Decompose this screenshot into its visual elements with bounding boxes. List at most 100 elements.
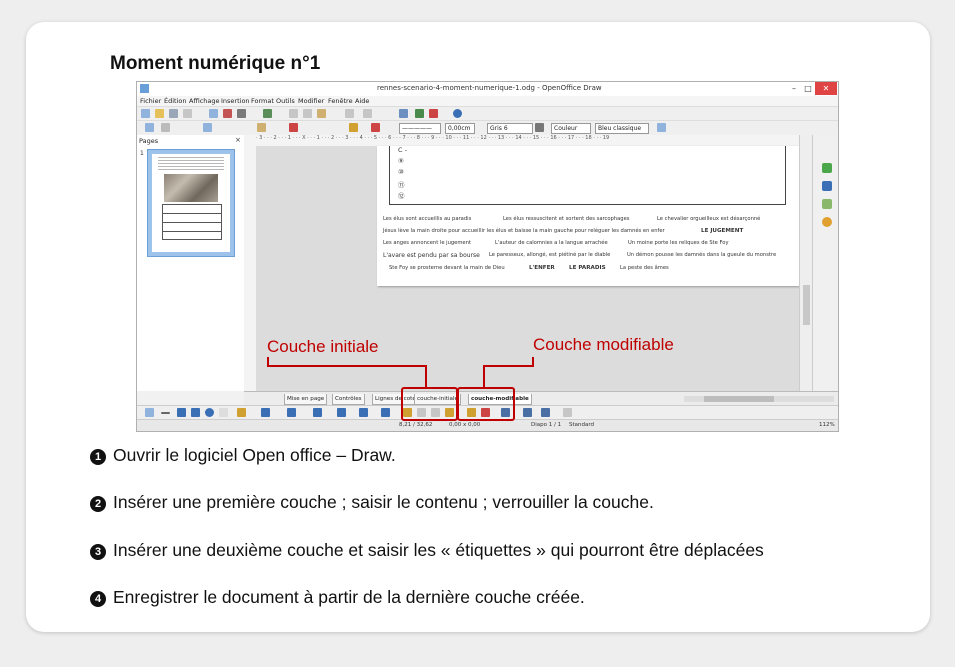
extrusion-icon[interactable] bbox=[563, 408, 572, 417]
chart-icon[interactable] bbox=[399, 109, 408, 118]
line-tool-icon[interactable] bbox=[161, 412, 170, 414]
line-width-field[interactable]: 0,00cm bbox=[445, 123, 475, 134]
fill-mode-select[interactable]: Couleur bbox=[551, 123, 591, 134]
paste-icon[interactable] bbox=[317, 109, 326, 118]
label-tag[interactable]: L'ENFER bbox=[529, 265, 555, 271]
step-number: 4 bbox=[90, 591, 106, 607]
page-thumbnail[interactable]: 1 bbox=[140, 149, 235, 257]
menu-aide[interactable]: Aide bbox=[355, 97, 369, 105]
print-icon[interactable] bbox=[237, 109, 246, 118]
basic-shapes-icon[interactable] bbox=[287, 408, 296, 417]
menu-fichier[interactable]: Fichier bbox=[140, 97, 161, 105]
horizontal-scroll-thumb[interactable] bbox=[704, 396, 774, 402]
status-zoom[interactable]: 112% bbox=[819, 422, 835, 428]
label-tag[interactable]: La peste des âmes bbox=[620, 265, 669, 271]
line-style-icon[interactable] bbox=[203, 123, 212, 132]
align-icon[interactable] bbox=[289, 123, 298, 132]
step-number: 1 bbox=[90, 449, 106, 465]
vertical-scrollbar[interactable] bbox=[799, 135, 813, 391]
arrow-tool-icon[interactable] bbox=[177, 408, 186, 417]
answer-row: ⑫ bbox=[398, 192, 405, 200]
line-style-select[interactable]: ————— bbox=[399, 123, 441, 134]
symbol-shapes-icon[interactable] bbox=[313, 408, 322, 417]
shadow-icon[interactable] bbox=[657, 123, 666, 132]
label-tag[interactable]: L'avare est pendu par sa bourse bbox=[383, 252, 480, 259]
maximize-button[interactable]: □ bbox=[801, 82, 815, 95]
label-tag[interactable]: Un moine porte les reliques de Ste Foy bbox=[628, 240, 729, 246]
cut-icon[interactable] bbox=[289, 109, 298, 118]
menu-modifier[interactable]: Modifier bbox=[298, 97, 324, 105]
menu-insertion[interactable]: Insertion bbox=[221, 97, 250, 105]
group-icon[interactable] bbox=[257, 123, 266, 132]
label-tag[interactable]: Les anges annoncent le jugement bbox=[383, 240, 471, 246]
tab-mise-en-page[interactable]: Mise en page bbox=[284, 394, 328, 405]
new-icon[interactable] bbox=[141, 109, 150, 118]
select-arrow-icon[interactable] bbox=[145, 123, 154, 132]
line-color-icon[interactable] bbox=[371, 123, 380, 132]
document-page: C - ⑨ ⑩ ⑪ ⑫ Les élus sont accueillis au … bbox=[377, 146, 807, 286]
vertical-scroll-thumb[interactable] bbox=[803, 285, 810, 325]
select-icon[interactable] bbox=[145, 408, 154, 417]
connector-icon[interactable] bbox=[261, 408, 270, 417]
fill-bucket-icon[interactable] bbox=[349, 123, 358, 132]
close-button[interactable]: ✕ bbox=[815, 82, 837, 95]
area-style-icon[interactable] bbox=[535, 123, 544, 132]
answer-row: ⑪ bbox=[398, 181, 405, 189]
text-tool-icon[interactable] bbox=[219, 408, 228, 417]
pages-panel-title: Pages bbox=[139, 137, 159, 145]
flowchart-icon[interactable] bbox=[359, 408, 368, 417]
label-tag[interactable]: Le paresseux, allongé, est piétiné par l… bbox=[489, 252, 610, 258]
callouts-icon[interactable] bbox=[381, 408, 390, 417]
menu-affichage[interactable]: Affichage bbox=[189, 97, 220, 105]
open-icon[interactable] bbox=[155, 109, 164, 118]
copy-icon[interactable] bbox=[303, 109, 312, 118]
pages-panel-close[interactable]: × bbox=[235, 136, 241, 144]
spellcheck-icon[interactable] bbox=[263, 109, 272, 118]
step-text: Enregistrer le document à partir de la d… bbox=[113, 587, 585, 607]
label-tag[interactable]: Les élus ressuscitent et sortent des sar… bbox=[503, 216, 630, 222]
ellipse-icon[interactable] bbox=[205, 408, 214, 417]
menu-fenetre[interactable]: Fenêtre bbox=[328, 97, 353, 105]
window-title: rennes-scenario-4-moment-numerique-1.odg… bbox=[377, 84, 602, 92]
menu-format[interactable]: Format bbox=[251, 97, 274, 105]
email-icon[interactable] bbox=[183, 109, 192, 118]
menu-edition[interactable]: Édition bbox=[164, 97, 187, 105]
label-tag[interactable]: Les élus sont accueillis au paradis bbox=[383, 216, 471, 222]
thumbnail-tympanum-image bbox=[164, 174, 218, 202]
points-icon[interactable] bbox=[161, 123, 170, 132]
sidebar-deck bbox=[812, 135, 838, 391]
help-icon[interactable] bbox=[453, 109, 462, 118]
rectangle-icon[interactable] bbox=[191, 408, 200, 417]
line-color-select[interactable]: Gris 6 bbox=[487, 123, 533, 134]
styles-icon[interactable] bbox=[822, 181, 832, 191]
minimize-button[interactable]: – bbox=[787, 82, 801, 95]
horizontal-scrollbar[interactable] bbox=[684, 396, 834, 402]
arrange-icon[interactable] bbox=[541, 408, 550, 417]
menu-outils[interactable]: Outils bbox=[276, 97, 295, 105]
tab-controles[interactable]: Contrôles bbox=[332, 394, 365, 405]
label-tag[interactable]: L'auteur de calomnies a la langue arrach… bbox=[495, 240, 608, 246]
page-thumbnail-sheet bbox=[152, 154, 230, 252]
edit-file-icon[interactable] bbox=[209, 109, 218, 118]
label-tag[interactable]: LE JUGEMENT bbox=[701, 228, 743, 234]
fill-color-select[interactable]: Bleu classique bbox=[595, 123, 649, 134]
step-text: Ouvrir le logiciel Open office – Draw. bbox=[113, 445, 396, 465]
label-tag[interactable]: Un démon pousse les damnés dans la gueul… bbox=[627, 252, 776, 258]
undo-icon[interactable] bbox=[345, 109, 354, 118]
step-3: 3 Insérer une deuxième couche et saisir l… bbox=[90, 540, 764, 561]
label-tag[interactable]: Ste Foy se prosterne devant la main de D… bbox=[389, 265, 505, 271]
block-arrows-icon[interactable] bbox=[337, 408, 346, 417]
label-tag[interactable]: LE PARADIS bbox=[569, 265, 606, 271]
curve-icon[interactable] bbox=[237, 408, 246, 417]
export-pdf-icon[interactable] bbox=[223, 109, 232, 118]
label-tag[interactable]: Le chevalier orgueilleux est désarçonné bbox=[657, 216, 760, 222]
redo-icon[interactable] bbox=[363, 109, 372, 118]
draw-functions-icon[interactable] bbox=[429, 109, 438, 118]
alignment-icon[interactable] bbox=[523, 408, 532, 417]
navigator-icon[interactable] bbox=[415, 109, 424, 118]
save-icon[interactable] bbox=[169, 109, 178, 118]
gallery-icon[interactable] bbox=[822, 199, 832, 209]
properties-icon[interactable] bbox=[822, 163, 832, 173]
navigator-sidebar-icon[interactable] bbox=[822, 217, 832, 227]
label-tag[interactable]: Jésus lève la main droite pour accueilli… bbox=[383, 228, 665, 234]
